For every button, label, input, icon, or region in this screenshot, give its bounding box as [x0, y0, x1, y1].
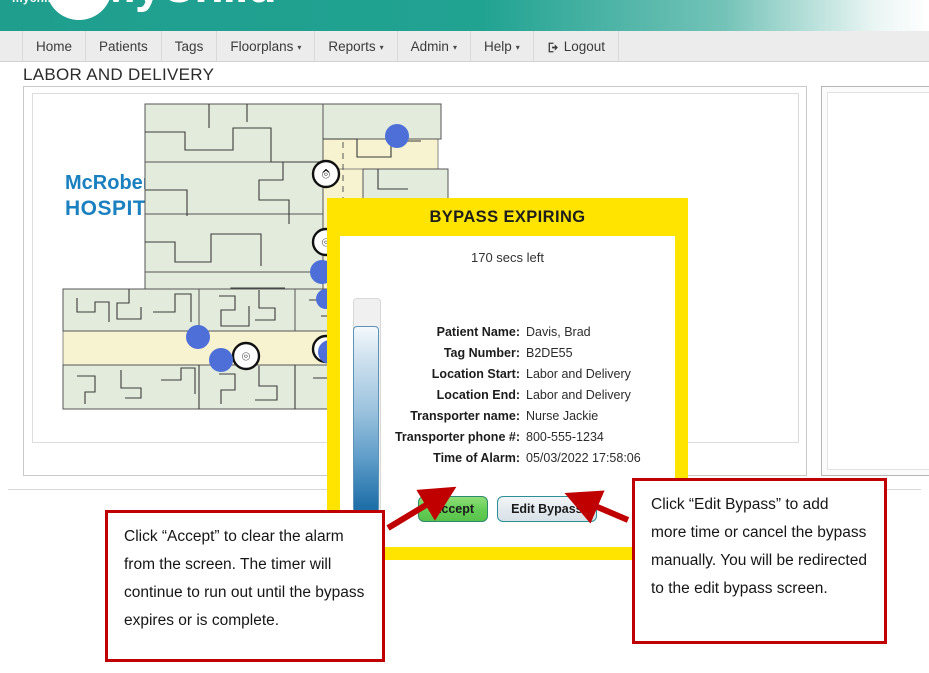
chevron-down-icon: ▾ — [379, 42, 384, 52]
detail-row: Transporter phone #: 800-555-1234 — [340, 429, 675, 445]
nav-item-help[interactable]: Help ▾ — [471, 31, 534, 61]
edit-bypass-button[interactable]: Edit Bypass — [497, 496, 597, 522]
nav-item-reports[interactable]: Reports ▾ — [315, 31, 398, 61]
svg-text:⌾: ⌾ — [242, 349, 251, 365]
side-panel-content — [827, 92, 929, 470]
nav-item-label: Patients — [99, 38, 148, 54]
callout-edit-bypass-explanation: Click “Edit Bypass” to add more time or … — [632, 478, 887, 644]
nav-item-label: Help — [483, 38, 512, 54]
modal-body: 170 secs left Patient Name: Davis, Brad … — [340, 236, 675, 547]
detail-label: Location Start: — [431, 367, 520, 381]
brand-wordmark: MyChild — [96, 0, 277, 11]
side-panel — [821, 86, 929, 476]
nav-item-label: Tags — [174, 38, 204, 54]
modal-title: BYPASS EXPIRING — [429, 207, 586, 226]
brand-header-bar: mychild MyChild — [0, 0, 929, 31]
detail-value: B2DE55 — [526, 346, 573, 360]
nav-item-label: Home — [36, 38, 73, 54]
nav-item-patients[interactable]: Patients — [86, 31, 162, 61]
detail-label: Time of Alarm: — [433, 451, 520, 465]
main-navigation-bar: Home Patients Tags Floorplans ▾ Reports … — [0, 31, 929, 62]
bypass-timer-text: 170 secs left — [471, 250, 544, 265]
nav-item-label: Admin — [410, 38, 449, 54]
detail-label: Location End: — [436, 388, 520, 402]
nav-item-label: Floorplans — [230, 38, 294, 54]
nav-item-logout[interactable]: Logout — [534, 31, 620, 61]
chevron-down-icon: ▾ — [452, 42, 457, 52]
logout-icon — [547, 41, 560, 54]
detail-row: Tag Number: B2DE55 — [340, 345, 675, 361]
nav-item-label: Reports — [328, 38, 376, 54]
nav-item-floorplans[interactable]: Floorplans ▾ — [217, 31, 316, 61]
detail-row: Location Start: Labor and Delivery — [340, 366, 675, 382]
detail-value: Labor and Delivery — [526, 388, 631, 402]
nav-item-home[interactable]: Home — [22, 31, 87, 61]
callout-accept-explanation: Click “Accept” to clear the alarm from t… — [105, 510, 385, 662]
modal-button-row: Accept Edit Bypass — [340, 496, 675, 522]
detail-row: Transporter name: Nurse Jackie — [340, 408, 675, 424]
brand-logo-small-text: mychild — [12, 0, 59, 5]
detail-label: Patient Name: — [436, 325, 520, 339]
detail-label: Tag Number: — [443, 346, 520, 360]
nav-item-label: Logout — [563, 38, 606, 54]
svg-text:⌾: ⌾ — [322, 167, 331, 183]
detail-value: 05/03/2022 17:58:06 — [526, 451, 641, 465]
detail-label: Transporter name: — [410, 409, 520, 423]
chevron-down-icon: ▾ — [515, 42, 520, 52]
detail-value: 800-555-1234 — [526, 430, 604, 444]
nav-item-tags[interactable]: Tags — [162, 31, 218, 61]
detail-row: Time of Alarm: 05/03/2022 17:58:06 — [340, 450, 675, 466]
bypass-detail-list: Patient Name: Davis, Brad Tag Number: B2… — [340, 324, 675, 471]
page-title: LABOR AND DELIVERY — [23, 65, 215, 84]
detail-value: Nurse Jackie — [526, 409, 599, 423]
detail-value: Labor and Delivery — [526, 367, 631, 381]
accept-button[interactable]: Accept — [418, 496, 489, 522]
detail-value: Davis, Brad — [526, 325, 591, 339]
detail-row: Patient Name: Davis, Brad — [340, 324, 675, 340]
detail-label: Transporter phone #: — [394, 430, 520, 444]
nav-item-admin[interactable]: Admin ▾ — [398, 31, 471, 61]
chevron-down-icon: ▾ — [297, 42, 302, 52]
detail-row: Location End: Labor and Delivery — [340, 387, 675, 403]
